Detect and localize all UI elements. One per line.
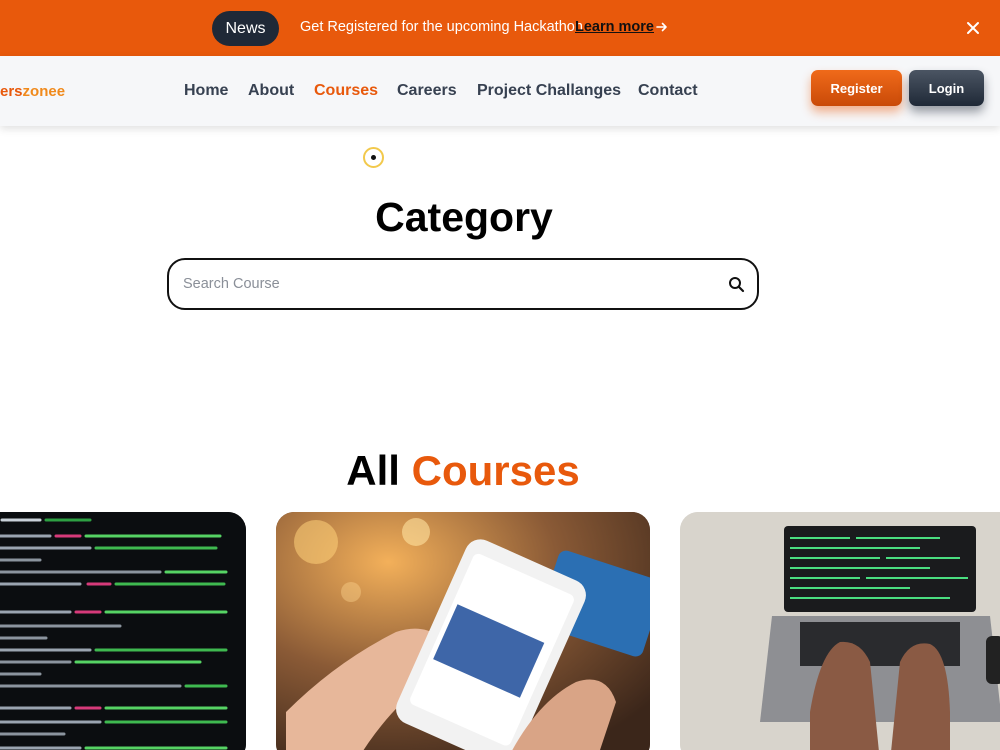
course-card-3[interactable] bbox=[680, 512, 1000, 750]
heading-word-courses: Courses bbox=[411, 447, 580, 494]
course-card-1[interactable] bbox=[0, 512, 246, 750]
search-icon[interactable] bbox=[728, 276, 745, 293]
arrow-right-icon bbox=[656, 22, 667, 32]
nav-link-contact[interactable]: Contact bbox=[638, 82, 698, 100]
nav-link-home[interactable]: Home bbox=[184, 82, 228, 100]
category-title: Category bbox=[375, 194, 553, 240]
course-card-2[interactable] bbox=[276, 512, 650, 750]
announcement-bar: News Get Registered for the upcoming Hac… bbox=[0, 0, 1000, 56]
search-input[interactable] bbox=[183, 272, 703, 296]
phone-ecommerce-image bbox=[276, 512, 650, 750]
news-badge: News bbox=[212, 11, 279, 46]
brand-text-part1: ers bbox=[0, 83, 23, 100]
register-button[interactable]: Register bbox=[811, 70, 902, 106]
laptop-typing-image bbox=[680, 512, 1000, 750]
announcement-text: Get Registered for the upcoming Hackatho… bbox=[300, 19, 583, 35]
search-box bbox=[167, 258, 759, 310]
brand-text-part2: zonee bbox=[22, 83, 66, 100]
login-button[interactable]: Login bbox=[909, 70, 984, 106]
nav-link-project-challanges[interactable]: Project Challanges bbox=[477, 82, 621, 100]
learn-more-link[interactable]: Learn more bbox=[575, 19, 654, 35]
close-icon[interactable] bbox=[966, 21, 980, 35]
code-on-screen-image bbox=[0, 512, 246, 750]
heading-word-all: All bbox=[346, 447, 400, 494]
nav-link-careers[interactable]: Careers bbox=[397, 82, 457, 100]
brand-logo[interactable]: erszonee bbox=[0, 83, 65, 100]
loading-indicator-icon bbox=[363, 147, 384, 168]
nav-link-about[interactable]: About bbox=[248, 82, 294, 100]
nav-link-courses[interactable]: Courses bbox=[314, 82, 378, 100]
all-courses-heading: All Courses bbox=[0, 447, 926, 495]
main-navbar: erszonee Home About Courses Careers Proj… bbox=[0, 56, 1000, 126]
